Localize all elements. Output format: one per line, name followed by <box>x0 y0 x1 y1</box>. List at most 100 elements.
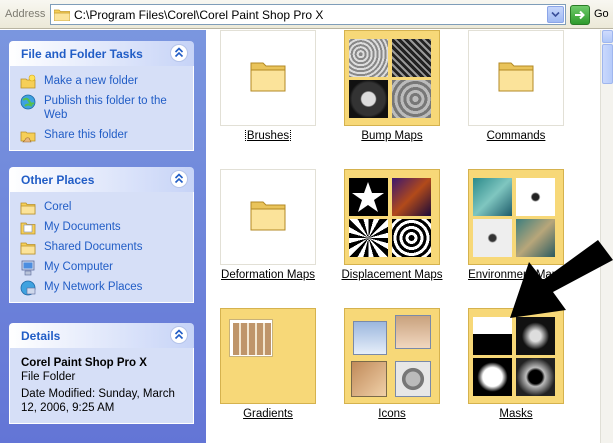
folder-thumbnail <box>468 30 564 126</box>
environment-preview <box>473 219 512 257</box>
folder-label: Brushes <box>244 130 292 142</box>
gradient-swatches <box>233 323 271 355</box>
bump-texture-preview <box>349 39 388 77</box>
star-shape-icon <box>352 182 384 212</box>
folder-label: Gradients <box>243 408 293 420</box>
address-path: C:\Program Files\Corel\Corel Paint Shop … <box>74 8 324 22</box>
place-label: Corel <box>44 201 72 213</box>
environment-preview <box>473 178 512 216</box>
displacement-preview <box>392 219 431 257</box>
panel-title: Other Places <box>21 173 95 187</box>
chevron-down-icon <box>551 11 560 18</box>
file-folder-tasks-panel: File and Folder Tasks Make a new folder <box>9 41 194 151</box>
folder-label: Icons <box>378 408 406 420</box>
place-corel[interactable]: Corel <box>20 200 187 215</box>
task-publish-folder[interactable]: Publish this folder to the Web <box>20 94 187 122</box>
address-input[interactable]: C:\Program Files\Corel\Corel Paint Shop … <box>50 4 566 25</box>
double-chevron-up-icon <box>174 47 184 58</box>
place-my-computer[interactable]: My Computer <box>20 260 187 276</box>
folder-icon <box>20 202 36 215</box>
task-label: Share this folder <box>44 129 128 141</box>
task-share-folder[interactable]: Share this folder <box>20 128 187 143</box>
panel-body: Make a new folder Publish this folder to… <box>9 66 194 151</box>
folder-view: Brushes Bump Maps Commands Deformation M… <box>206 30 600 443</box>
folder-thumbnail <box>468 169 564 265</box>
environment-preview <box>516 219 555 257</box>
double-chevron-up-icon <box>174 173 184 184</box>
bump-texture-preview <box>392 80 431 118</box>
panel-body: Corel Paint Shop Pro X File Folder Date … <box>9 348 194 424</box>
folder-thumbnail <box>468 308 564 404</box>
place-label: My Network Places <box>44 281 143 293</box>
details-type: File Folder <box>21 371 76 383</box>
panel-title: Details <box>21 329 61 343</box>
bump-texture-preview <box>392 39 431 77</box>
environment-preview <box>516 178 555 216</box>
folder-thumbnail <box>344 169 440 265</box>
place-label: My Documents <box>44 221 121 233</box>
details-modified: Date Modified: Sunday, March 12, 2006, 9… <box>21 388 175 414</box>
place-label: My Computer <box>44 261 114 273</box>
displacement-preview <box>392 178 431 216</box>
folder-thumbnail <box>344 308 440 404</box>
share-folder-icon <box>20 131 36 143</box>
icon-preview <box>395 315 431 349</box>
bump-texture-preview <box>349 80 388 118</box>
panel-body: Corel My Documents Shared Documents My C… <box>9 192 194 303</box>
folder-label: Masks <box>499 408 533 420</box>
scroll-thumb[interactable] <box>602 44 613 84</box>
double-chevron-up-icon <box>174 329 184 340</box>
address-bar: Address C:\Program Files\Corel\Corel Pai… <box>0 0 613 29</box>
arrow-right-icon <box>575 10 585 20</box>
mask-preview <box>516 358 555 396</box>
folder-thumbnail <box>344 30 440 126</box>
scroll-up-button[interactable] <box>602 30 613 43</box>
place-my-network-places[interactable]: My Network Places <box>20 280 187 296</box>
mask-preview <box>473 358 512 396</box>
folder-icon <box>54 9 70 21</box>
panel-header[interactable]: Other Places <box>9 167 194 192</box>
gradient-swatch-grid <box>229 319 273 357</box>
folder-thumbnail <box>220 169 316 265</box>
place-my-documents[interactable]: My Documents <box>20 220 187 235</box>
address-dropdown-button[interactable] <box>547 6 564 23</box>
details-panel: Details Corel Paint Shop Pro X File Fold… <box>9 323 194 424</box>
folder-icon <box>498 62 534 92</box>
folder-thumbnail <box>220 308 316 404</box>
panel-header[interactable]: Details <box>9 323 194 348</box>
mask-preview <box>516 317 555 355</box>
task-label: Publish this folder to the Web <box>44 95 167 121</box>
gear-icon <box>395 361 431 397</box>
my-computer-icon <box>21 260 35 276</box>
collapse-button[interactable] <box>170 170 188 188</box>
my-documents-icon <box>20 222 36 235</box>
icon-preview <box>351 361 387 397</box>
publish-web-icon <box>20 94 36 110</box>
displacement-preview <box>349 178 388 216</box>
task-make-new-folder[interactable]: Make a new folder <box>20 74 187 89</box>
displacement-preview <box>349 219 388 257</box>
task-label: Make a new folder <box>44 75 138 87</box>
panel-header[interactable]: File and Folder Tasks <box>9 41 194 66</box>
folder-label: Environment Maps <box>468 269 564 281</box>
go-button[interactable] <box>570 5 590 25</box>
folder-label: Commands <box>486 130 546 142</box>
network-places-icon <box>20 280 36 296</box>
panel-title: File and Folder Tasks <box>21 47 143 61</box>
collapse-button[interactable] <box>170 44 188 62</box>
folder-label: Deformation Maps <box>221 269 315 281</box>
place-label: Shared Documents <box>44 241 143 253</box>
vertical-scrollbar[interactable] <box>600 30 613 443</box>
new-folder-icon <box>20 74 36 89</box>
folder-icon <box>20 242 36 255</box>
collapse-button[interactable] <box>170 326 188 344</box>
mask-preview <box>473 317 512 355</box>
other-places-panel: Other Places Corel My Documents Shared D… <box>9 167 194 303</box>
details-name: Corel Paint Shop Pro X <box>21 357 147 369</box>
folder-label: Bump Maps <box>361 130 423 142</box>
folder-thumbnail <box>220 30 316 126</box>
folder-icon <box>250 62 286 92</box>
place-shared-documents[interactable]: Shared Documents <box>20 240 187 255</box>
go-label[interactable]: Go <box>594 8 609 20</box>
icon-preview <box>353 321 387 355</box>
